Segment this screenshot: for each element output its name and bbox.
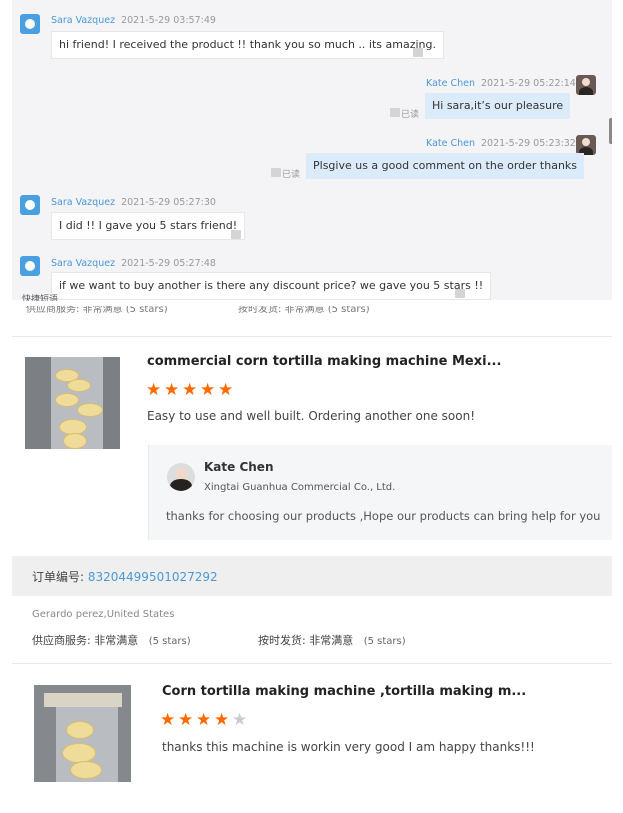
read-status: 已读	[401, 110, 420, 120]
message-meta: Sara Vazquez 2021-5-29 05:27:30	[51, 197, 216, 208]
message-bubble: Plsgive us a good comment on the order t…	[306, 153, 585, 179]
divider	[12, 336, 612, 337]
message-bubble: I did !! I gave you 5 stars friend!	[51, 212, 246, 240]
quick-phrase-label[interactable]: 快捷短语	[22, 293, 58, 301]
sender-name: Kate Chen	[426, 78, 475, 89]
seller-avatar-icon	[167, 463, 195, 491]
message-time: 2021-5-29 03:57:49	[121, 15, 216, 26]
order-number-link[interactable]: 83204499501027292	[88, 570, 218, 584]
supplier-service-rating: 供应商服务: 非常满意 (5 stars)	[26, 306, 168, 315]
message-meta: Sara Vazquez 2021-5-29 05:27:48	[51, 258, 216, 269]
seller-reply-text: thanks for choosing our products ,Hope o…	[166, 509, 601, 523]
seller-avatar-icon	[576, 75, 596, 95]
message-time: 2021-5-29 05:27:48	[121, 258, 216, 269]
message-bubble: Hi sara,it’s our pleasure	[425, 93, 571, 119]
star-filled-icon: ★	[146, 380, 162, 400]
buyer-avatar-icon	[20, 195, 40, 215]
divider	[12, 663, 612, 664]
chat-panel: Sara Vazquez 2021-5-29 03:57:49 hi friend…	[12, 0, 612, 300]
buyer-avatar-icon	[20, 14, 40, 34]
star-empty-icon: ★	[232, 710, 248, 730]
buyer-avatar-icon	[20, 256, 40, 276]
delivery-stars: (5 stars)	[363, 636, 406, 647]
message-meta: Kate Chen 2021-5-29 05:23:32	[426, 138, 576, 149]
star-filled-icon: ★	[160, 710, 176, 730]
star-filled-icon: ★	[178, 710, 194, 730]
delivery-rating: 按时发货: 非常满意 (5 stars)	[258, 632, 406, 648]
message-meta: Sara Vazquez 2021-5-29 03:57:49	[51, 15, 216, 26]
seller-company: Xingtai Guanhua Commercial Co., Ltd.	[204, 482, 396, 493]
star-filled-icon: ★	[218, 380, 234, 400]
order-number-row: 订单编号: 83204499501027292	[32, 568, 218, 585]
message-time: 2021-5-29 05:27:30	[121, 197, 216, 208]
unread-icon	[455, 289, 465, 298]
star-filled-icon: ★	[214, 710, 230, 730]
product-title[interactable]: Corn tortilla making machine ,tortilla m…	[162, 684, 526, 699]
seller-reply-box: Kate Chen Xingtai Guanhua Commercial Co.…	[148, 445, 612, 540]
message-time: 2021-5-29 05:23:32	[481, 138, 576, 149]
message-time: 2021-5-29 05:22:14	[481, 78, 576, 89]
delivery-label: 按时发货: 非常满意	[258, 634, 354, 647]
delivery-rating: 按时发货: 非常满意 (5 stars)	[238, 306, 370, 315]
review-comment: Easy to use and well built. Ordering ano…	[147, 409, 476, 423]
sender-name: Sara Vazquez	[51, 258, 116, 269]
message-bubble: hi friend! I received the product !! tha…	[51, 31, 444, 59]
read-icon	[390, 108, 400, 117]
product-image[interactable]	[34, 685, 131, 782]
star-filled-icon: ★	[196, 710, 212, 730]
message-bubble: if we want to buy another is there any d…	[51, 272, 492, 300]
product-image[interactable]	[25, 357, 120, 449]
chat-scrollbar[interactable]	[609, 118, 612, 144]
star-filled-icon: ★	[164, 380, 180, 400]
order-header: 订单编号: 83204499501027292	[12, 556, 612, 596]
supplier-service-stars: (5 stars)	[148, 636, 191, 647]
sender-name: Kate Chen	[426, 138, 475, 149]
seller-avatar-icon	[576, 135, 596, 155]
star-filled-icon: ★	[182, 380, 198, 400]
read-icon	[271, 168, 281, 177]
seller-name: Kate Chen	[204, 460, 274, 474]
sender-name: Sara Vazquez	[51, 15, 116, 26]
message-meta: Kate Chen 2021-5-29 05:22:14	[426, 78, 576, 89]
review-comment: thanks this machine is workin very good …	[162, 740, 535, 754]
read-status: 已读	[282, 170, 301, 180]
sender-name: Sara Vazquez	[51, 197, 116, 208]
unread-icon	[231, 230, 241, 239]
order-number-label: 订单编号:	[32, 570, 88, 584]
supplier-service-rating: 供应商服务: 非常满意 (5 stars)	[32, 632, 191, 648]
unread-icon	[413, 48, 423, 57]
product-title[interactable]: commercial corn tortilla making machine …	[147, 354, 501, 369]
buyer-info: Gerardo perez,United States	[32, 609, 175, 620]
supplier-service-label: 供应商服务: 非常满意	[32, 634, 139, 647]
star-filled-icon: ★	[200, 380, 216, 400]
